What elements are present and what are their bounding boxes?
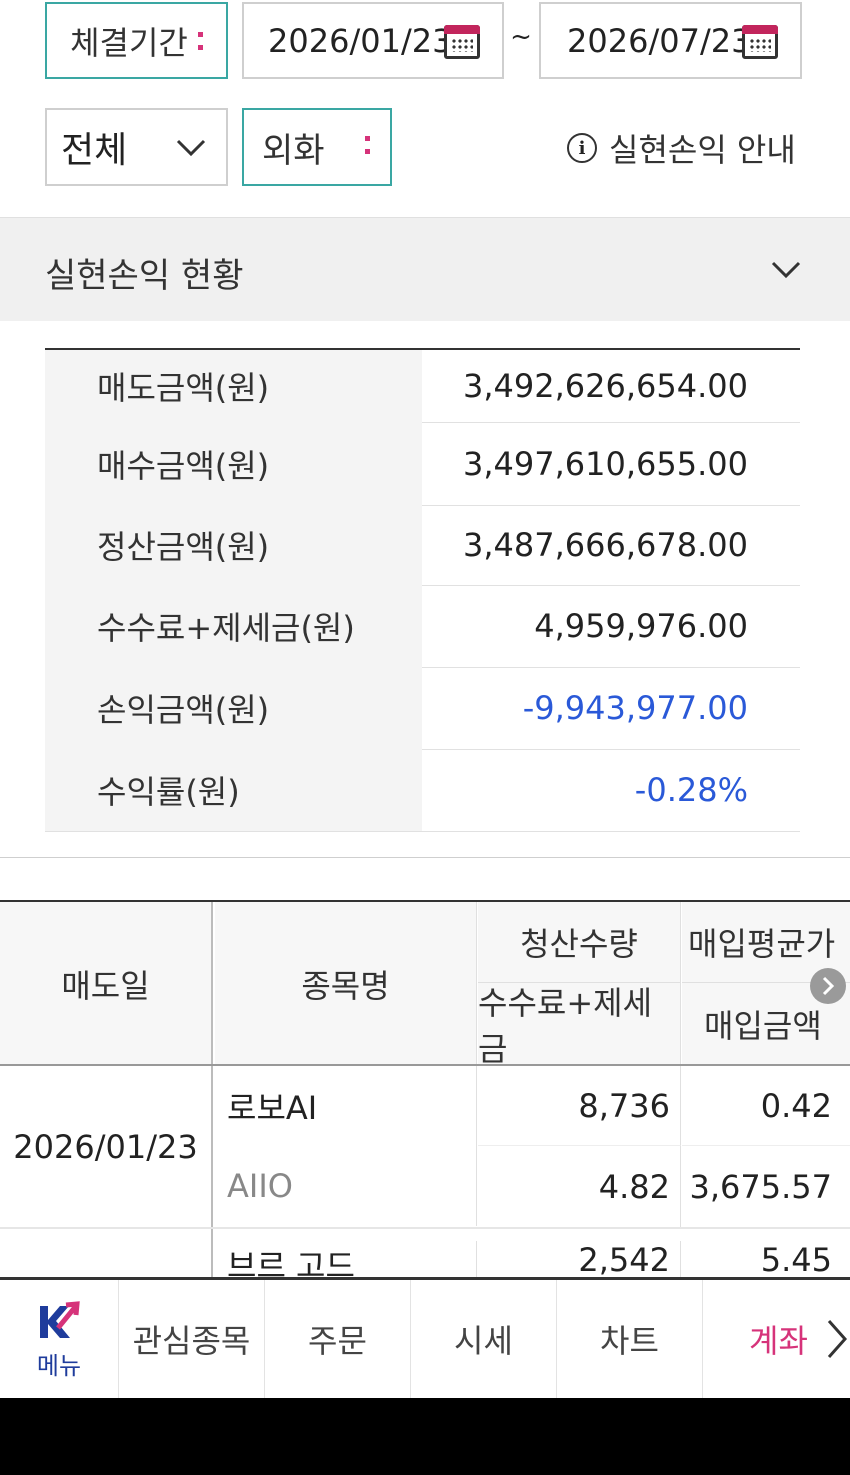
nav-next-chevron-icon[interactable] (826, 1319, 848, 1359)
guide-link[interactable]: i 실현손익 안내 (567, 127, 796, 169)
summary-label: 매수금액(원) (45, 422, 422, 505)
currency-value: 외화 (262, 130, 325, 171)
date-from-field[interactable]: 2026/01/23 (242, 2, 504, 79)
date-separator: ~ (510, 22, 532, 52)
header-fee-tax: 수수료+제세금 (478, 983, 681, 1068)
nav-menu-label: 메뉴 (36, 1351, 82, 1380)
row-code: AIIO (215, 1146, 477, 1226)
nav-menu-button[interactable]: 메뉴 (0, 1280, 119, 1398)
row-buy-amount: 3,675.57 (689, 1168, 833, 1206)
required-marker-icon (365, 136, 370, 154)
calendar-icon[interactable] (742, 25, 778, 59)
header-sell-date: 매도일 (0, 902, 213, 1065)
row-qty: 2,542 (478, 1241, 681, 1278)
nav-item-chart[interactable]: 차트 (557, 1280, 703, 1398)
nav-item-watchlist[interactable]: 관심종목 (119, 1280, 265, 1398)
info-icon: i (567, 133, 597, 163)
row-qty: 8,736 (478, 1066, 681, 1146)
header-qty: 청산수량 (478, 902, 681, 983)
period-label-box[interactable]: 체결기간 (45, 2, 228, 79)
system-navigation-bar (0, 1398, 850, 1475)
date-from-value: 2026/01/23 (268, 21, 453, 60)
summary-label: 수수료+제세금(원) (45, 585, 422, 667)
summary-title: 실현손익 현황 (45, 256, 244, 296)
summary-row: 매도금액(원) 3,492,626,654.00 (45, 350, 800, 423)
summary-label: 매도금액(원) (45, 350, 422, 422)
row-avg-price: 0.42 (682, 1066, 850, 1146)
row-partial-clip: 브르 고드 2,542 5.45 (0, 1229, 850, 1278)
row-fee-tax: 4.82 (478, 1146, 681, 1228)
period-label: 체결기간 (70, 23, 188, 62)
summary-row: 손익금액(원) -9,943,977.00 (45, 667, 800, 750)
calendar-icon[interactable] (444, 25, 480, 59)
date-to-field[interactable]: 2026/07/23 (539, 2, 802, 79)
required-marker-icon (197, 31, 203, 50)
header-name: 종목명 (215, 902, 477, 1065)
row-name[interactable]: 로보AI (215, 1066, 477, 1146)
summary-label: 손익금액(원) (45, 667, 422, 749)
scope-select-value: 전체 (61, 130, 128, 171)
nav-item-quote[interactable]: 시세 (411, 1280, 557, 1398)
summary-row: 수익률(원) -0.28% (45, 749, 800, 832)
scope-select[interactable]: 전체 (45, 108, 228, 186)
summary-value: 3,492,626,654.00 (463, 367, 748, 405)
date-to-value: 2026/07/23 (567, 21, 752, 60)
row-date (0, 1229, 213, 1278)
scroll-right-button[interactable] (810, 968, 846, 1004)
summary-value: 3,497,610,655.00 (463, 444, 748, 483)
summary-row: 매수금액(원) 3,497,610,655.00 (45, 422, 800, 506)
summary-value-negative: -9,943,977.00 (522, 689, 748, 727)
guide-link-label: 실현손익 안내 (609, 131, 796, 169)
currency-select[interactable]: 외화 (242, 108, 392, 186)
summary-row: 정산금액(원) 3,487,666,678.00 (45, 505, 800, 586)
collapse-chevron-icon[interactable] (771, 261, 801, 279)
summary-label: 정산금액(원) (45, 505, 422, 585)
summary-label: 수익률(원) (45, 749, 422, 831)
chevron-right-icon (822, 976, 835, 996)
nav-item-order[interactable]: 주문 (265, 1280, 411, 1398)
summary-header[interactable]: 실현손익 현황 (0, 217, 850, 321)
kiwoom-logo-icon (40, 1300, 80, 1338)
summary-value: 4,959,976.00 (534, 607, 748, 645)
summary-value-negative: -0.28% (634, 771, 748, 809)
row-name[interactable]: 브르 고드 (215, 1241, 477, 1278)
row-avg-price: 5.45 (760, 1241, 832, 1278)
row-date: 2026/01/23 (0, 1066, 213, 1228)
chevron-down-icon (176, 139, 206, 157)
summary-row: 수수료+제세금(원) 4,959,976.00 (45, 585, 800, 668)
summary-value: 3,487,666,678.00 (463, 526, 748, 564)
section-divider (0, 857, 850, 858)
